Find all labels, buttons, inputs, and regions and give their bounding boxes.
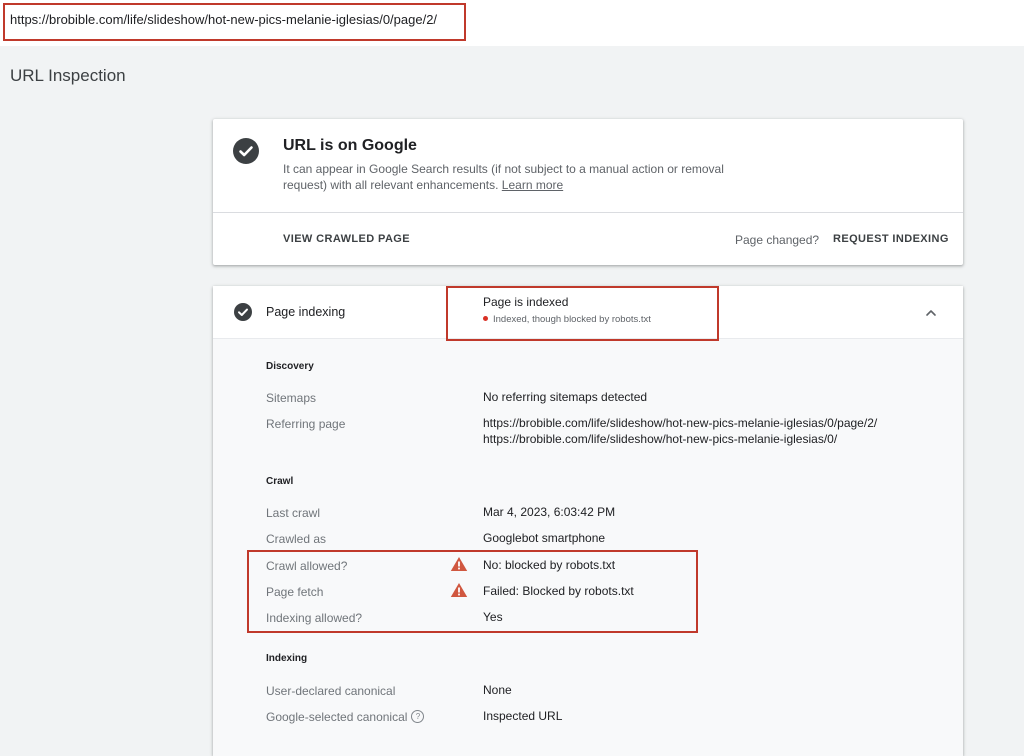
page-indexing-label: Page indexing: [266, 305, 346, 319]
help-icon[interactable]: ?: [411, 710, 425, 724]
page-fetch-value: Failed: Blocked by robots.txt: [483, 584, 634, 598]
warning-icon: [450, 556, 468, 577]
referring-page-value: https://brobible.com/life/slideshow/hot-…: [483, 415, 877, 447]
discovery-heading: Discovery: [266, 361, 314, 372]
referring-page-url-2: https://brobible.com/life/slideshow/hot-…: [483, 432, 838, 446]
crawl-allowed-value: No: blocked by robots.txt: [483, 558, 616, 572]
crawl-heading: Crawl: [266, 476, 294, 487]
crawl-allowed-label: Crawl allowed?: [266, 559, 348, 573]
status-dot-icon: [483, 315, 488, 321]
check-circle-icon: [234, 303, 252, 321]
google-selected-canonical-value: Inspected URL: [483, 709, 563, 723]
index-status: Page is indexed: [483, 295, 569, 309]
google-selected-canonical-text: Google-selected canonical: [266, 710, 408, 724]
card-divider: [213, 212, 963, 213]
sitemaps-value: No referring sitemaps detected: [483, 390, 648, 404]
page-title: URL Inspection: [10, 66, 126, 85]
address-bar[interactable]: https://brobible.com/life/slideshow/hot-…: [0, 0, 1024, 46]
index-substatus: Indexed, though blocked by robots.txt: [483, 314, 651, 325]
user-declared-canonical-value: None: [483, 683, 512, 697]
address-url[interactable]: https://brobible.com/life/slideshow/hot-…: [10, 12, 437, 27]
status-title: URL is on Google: [283, 137, 417, 154]
referring-page-label: Referring page: [266, 417, 346, 431]
learn-more-link[interactable]: Learn more: [502, 178, 563, 192]
indexing-heading: Indexing: [266, 653, 308, 664]
google-selected-canonical-label: Google-selected canonical?: [266, 710, 425, 724]
request-indexing-button[interactable]: REQUEST INDEXING: [833, 233, 949, 245]
check-circle-icon: [233, 138, 259, 164]
last-crawl-label: Last crawl: [266, 506, 321, 520]
warning-icon: [450, 582, 468, 603]
sitemaps-label: Sitemaps: [266, 391, 317, 405]
page-changed-label: Page changed?: [735, 233, 820, 247]
indexing-allowed-value: Yes: [483, 610, 503, 624]
referring-page-url-1: https://brobible.com/life/slideshow/hot-…: [483, 416, 878, 430]
crawled-as-label: Crawled as: [266, 532, 327, 546]
status-description: It can appear in Google Search results (…: [283, 161, 753, 193]
crawled-as-value: Googlebot smartphone: [483, 531, 606, 545]
index-substatus-text: Indexed, though blocked by robots.txt: [493, 314, 651, 325]
page-indexing-header[interactable]: Page indexing Page is indexed Indexed, t…: [213, 286, 963, 339]
chevron-up-icon[interactable]: [925, 306, 937, 324]
status-card: URL is on Google It can appear in Google…: [213, 119, 963, 265]
indexing-allowed-label: Indexing allowed?: [266, 611, 363, 625]
view-crawled-page-button[interactable]: VIEW CRAWLED PAGE: [283, 233, 410, 245]
page-indexing-card: Page indexing Page is indexed Indexed, t…: [213, 286, 963, 756]
page-fetch-label: Page fetch: [266, 585, 324, 599]
user-declared-canonical-label: User-declared canonical: [266, 684, 396, 698]
last-crawl-value: Mar 4, 2023, 6:03:42 PM: [483, 505, 616, 519]
page-indexing-details: Discovery Sitemaps No referring sitemaps…: [213, 339, 963, 756]
